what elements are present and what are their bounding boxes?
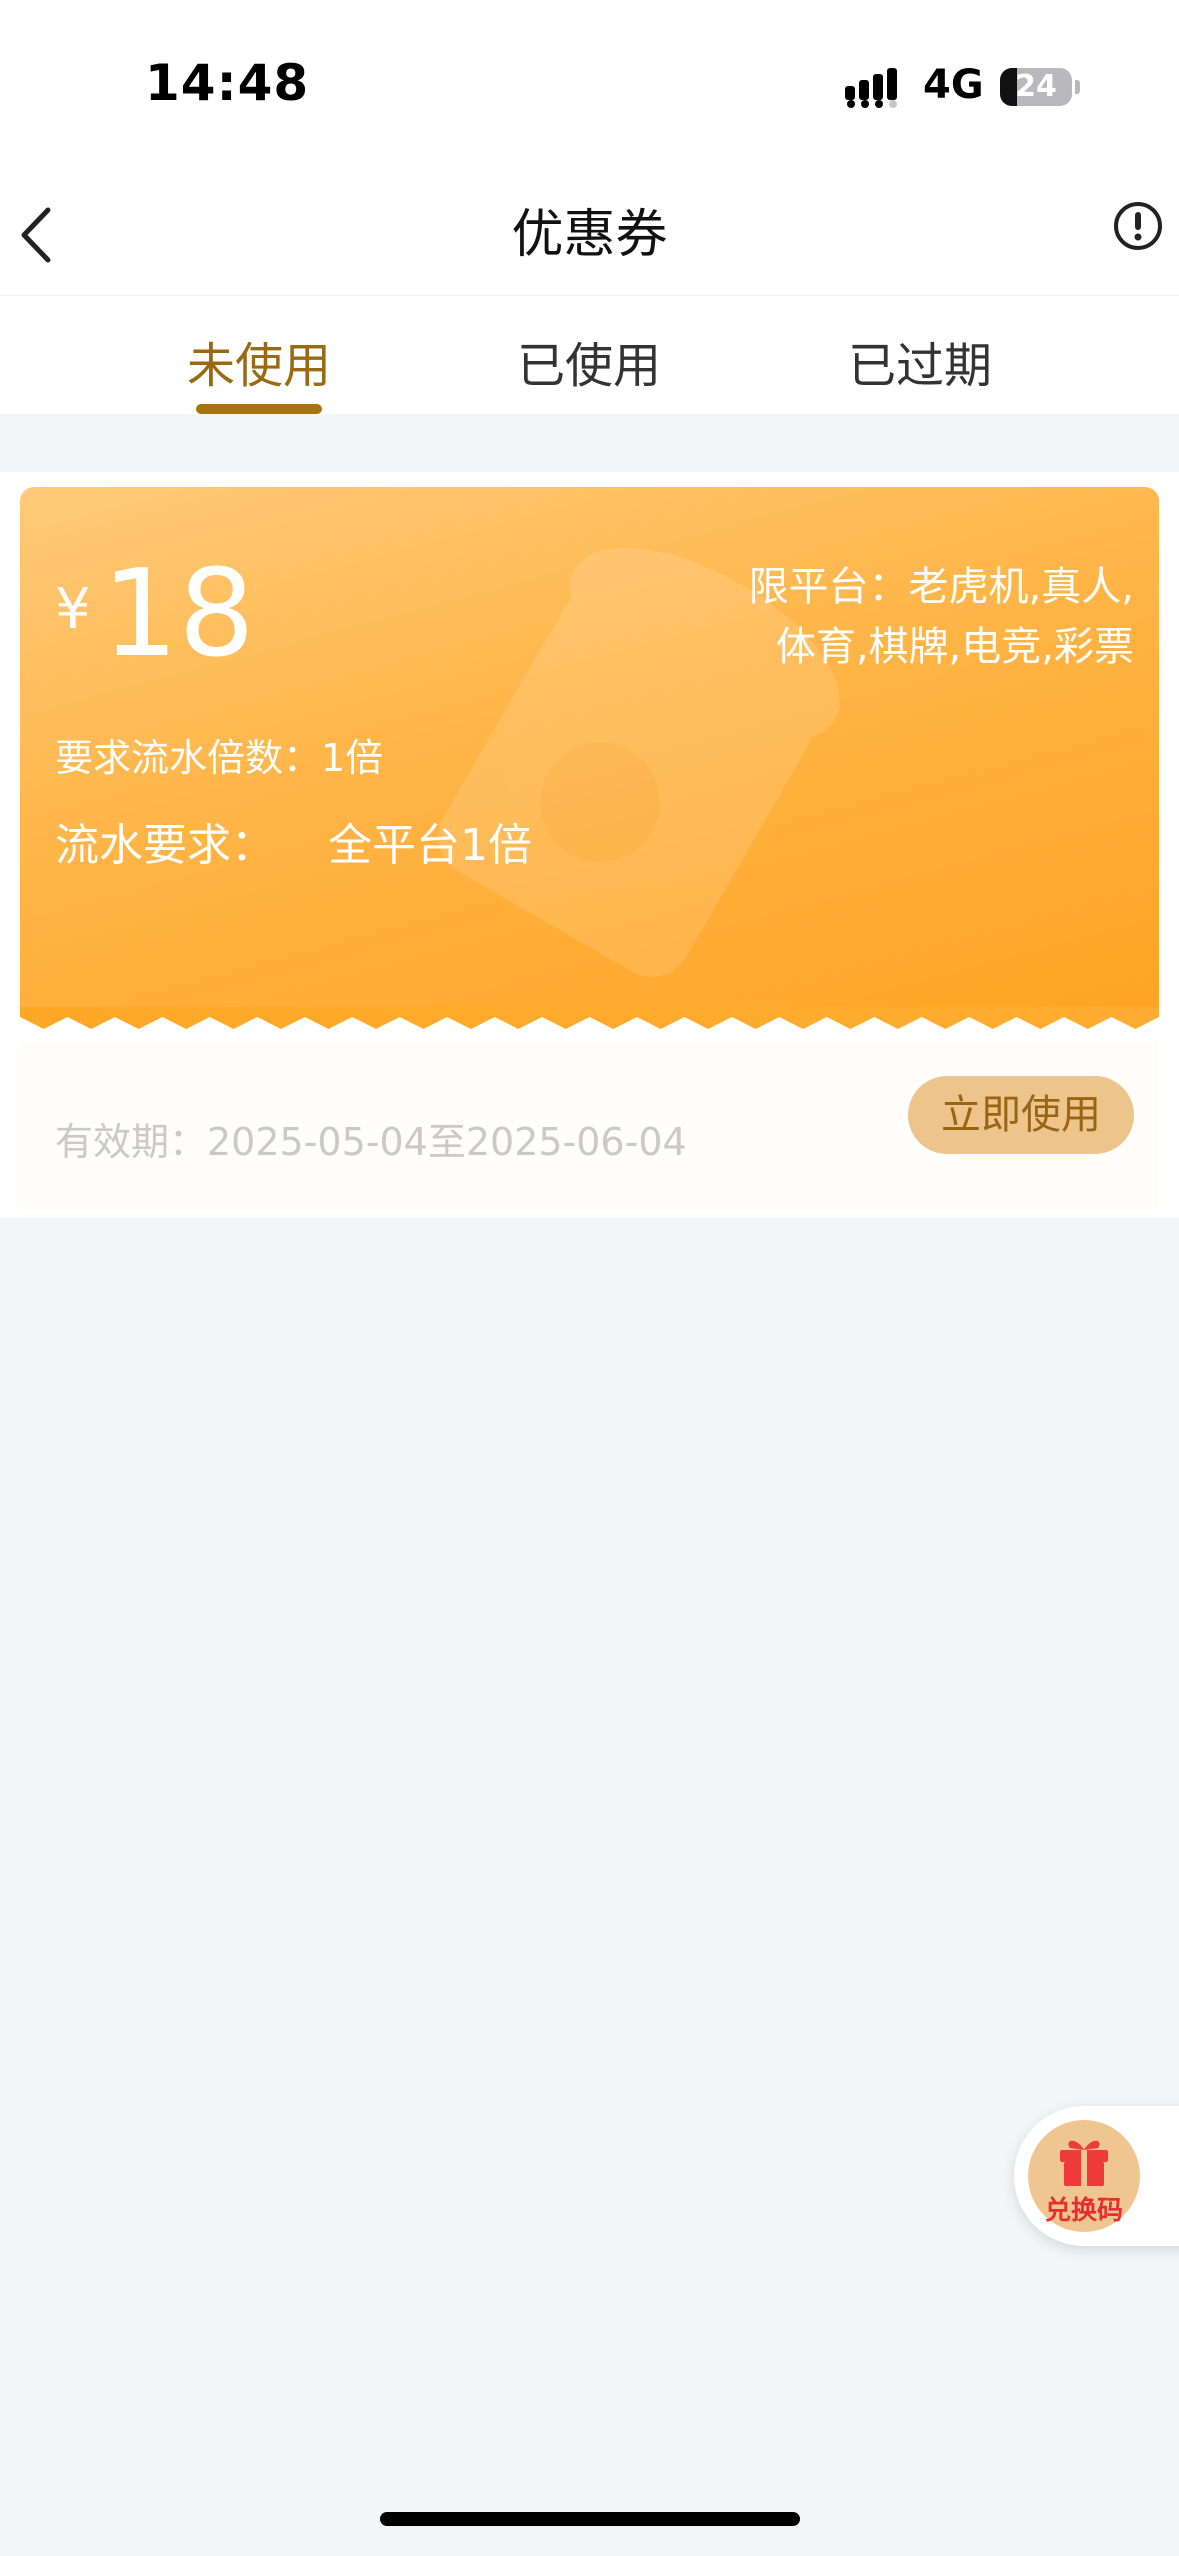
coupon-footer: 有效期：2025-05-04至2025-06-04 立即使用 (20, 1041, 1159, 1211)
redeem-code-button[interactable]: 兑换码 (1014, 2106, 1179, 2246)
tab-used[interactable]: 已使用 (439, 326, 739, 396)
tab-unused[interactable]: 未使用 (109, 326, 409, 396)
exclamation-circle-icon[interactable] (1112, 200, 1164, 252)
platform-restriction: 限平台：老虎机,真人, 体育,棋牌,电竞,彩票 (654, 557, 1134, 677)
navigation-bar: 优惠券 (0, 160, 1179, 295)
coupon-amount: 18 (102, 545, 255, 684)
turnover-requirement-value: 全平台1倍 (328, 820, 532, 871)
use-now-button[interactable]: 立即使用 (908, 1076, 1134, 1154)
home-indicator (380, 2512, 800, 2526)
coupon-zigzag-edge (20, 1007, 1159, 1029)
tab-expired[interactable]: 已过期 (770, 326, 1070, 396)
turnover-multiplier: 要求流水倍数：1倍 (55, 736, 384, 780)
page-title: 优惠券 (511, 205, 668, 265)
network-type: 4G (923, 62, 984, 108)
turnover-requirement-label: 流水要求： (55, 820, 275, 871)
redeem-code-label: 兑换码 (1044, 2196, 1123, 2226)
platform-line-2: 体育,棋牌,电竞,彩票 (775, 624, 1134, 670)
validity-period: 有效期：2025-05-04至2025-06-04 (55, 1120, 687, 1164)
status-bar: 14:48 4G 24 (0, 0, 1179, 160)
active-tab-indicator (196, 404, 322, 414)
battery-percentage: 24 (1015, 69, 1057, 104)
battery-tip (1075, 80, 1080, 94)
platform-line-1: 限平台：老虎机,真人, (748, 564, 1134, 610)
coupon-header: ¥ 18 限平台：老虎机,真人, 体育,棋牌,电竞,彩票 要求流水倍数：1倍 流… (20, 487, 1159, 1007)
status-time: 14:48 (145, 54, 310, 112)
gift-icon (1060, 2140, 1108, 2186)
battery-icon: 24 (1000, 68, 1072, 106)
tab-bar: 未使用 已使用 已过期 (0, 295, 1179, 414)
redeem-badge: 兑换码 (1028, 2120, 1140, 2232)
currency-symbol: ¥ (55, 577, 91, 642)
coupon-card: ¥ 18 限平台：老虎机,真人, 体育,棋牌,电竞,彩票 要求流水倍数：1倍 流… (0, 472, 1179, 1217)
signal-strength-icon (845, 68, 897, 108)
